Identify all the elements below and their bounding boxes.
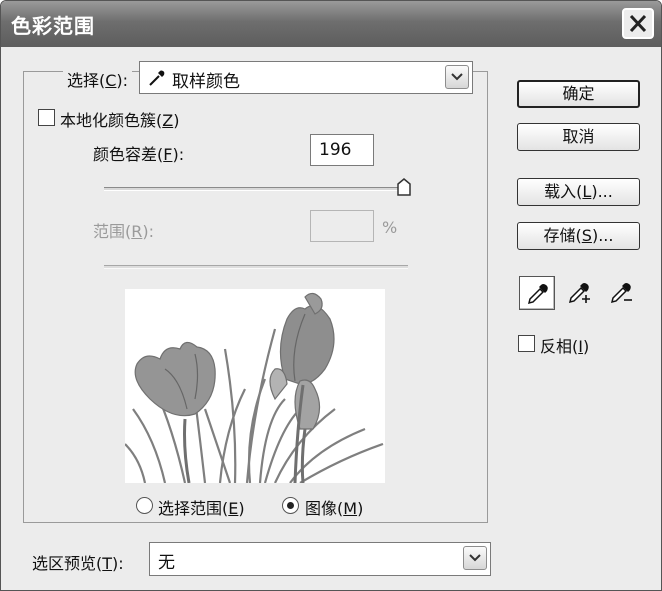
eyedropper-tool-button[interactable] [519,276,555,310]
slider-handle-icon[interactable] [397,178,411,196]
select-value: 取样颜色 [172,72,240,92]
select-dropdown[interactable]: 取样颜色 [139,61,473,94]
view-mode-image-label: 图像(M) [305,499,364,518]
range-unit: % [382,218,398,237]
localized-clusters-checkbox[interactable] [38,109,55,126]
view-mode-selection-label: 选择范围(E) [158,499,245,518]
view-mode-selection-radio[interactable] [136,497,153,514]
eyedropper-icon [149,70,165,86]
eyedropper-minus-icon [610,283,632,304]
select-label: 选择(C): [63,67,133,91]
eyedropper-icon [527,284,548,305]
localized-clusters-label: 本地化颜色簇(Z) [60,111,180,130]
cancel-button[interactable]: 取消 [517,123,640,151]
fuzziness-input[interactable]: 196 [310,134,374,166]
load-button[interactable]: 载入(L)... [517,178,640,206]
close-button[interactable] [622,8,654,39]
subtract-from-sample-tool-button[interactable] [603,276,639,310]
range-input[interactable] [310,210,374,242]
invert-checkbox[interactable] [518,335,535,352]
chevron-down-icon [463,546,487,570]
invert-label: 反相(I) [540,337,590,356]
window-title: 色彩范围 [11,14,95,38]
selection-preview-value: 无 [158,553,175,573]
color-range-dialog: 色彩范围 选择(C): 取样颜色 本地化颜色簇(Z) 颜色容差(F): 196 … [0,0,662,591]
eyedropper-plus-icon [568,283,590,304]
preview-image [125,289,385,483]
range-slider-track[interactable] [104,265,408,269]
close-icon [629,14,647,33]
ok-button[interactable]: 确定 [517,80,640,108]
chevron-down-icon [445,65,469,89]
fuzziness-slider-track[interactable] [104,187,408,191]
fuzziness-label: 颜色容差(F): [93,145,185,164]
save-button[interactable]: 存储(S)... [517,222,640,250]
view-mode-image-radio[interactable] [282,497,299,514]
crocus-flower-image [125,289,385,483]
selection-preview-dropdown[interactable]: 无 [149,542,491,576]
title-bar: 色彩范围 [1,1,661,47]
range-label: 范围(R): [93,222,155,241]
add-to-sample-tool-button[interactable] [561,276,597,310]
selection-preview-label: 选区预览(T): [32,554,124,573]
